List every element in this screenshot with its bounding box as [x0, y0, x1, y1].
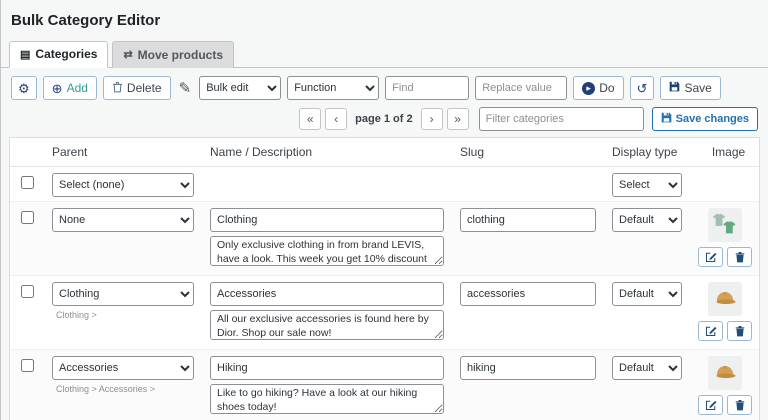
trash-icon [735, 251, 745, 263]
header-display-type: Display type [604, 145, 690, 159]
edit-category-button[interactable] [698, 247, 723, 267]
page-title: Bulk Category Editor [1, 0, 768, 29]
do-run-icon: ▸ [582, 82, 595, 95]
description-textarea[interactable]: Like to go hiking? Have a look at our hi… [210, 384, 444, 414]
first-page-button[interactable]: « [299, 108, 321, 130]
parent-select[interactable]: None [52, 208, 194, 232]
pencil-icon: ✎ [179, 79, 192, 97]
delete-category-button[interactable] [727, 395, 752, 415]
table-header-row: Parent Name / Description Slug Display t… [10, 138, 759, 167]
filter-row: Select (none) Select [10, 167, 759, 202]
filter-categories-input[interactable] [479, 107, 644, 131]
delete-category-button[interactable] [727, 321, 752, 341]
save-changes-disk-icon [661, 112, 672, 126]
categories-list-icon: ▤ [20, 48, 30, 61]
select-all-checkbox[interactable] [21, 176, 34, 189]
table-row: Accessories Clothing > Accessories > Lik… [10, 350, 759, 420]
category-image-thumbnail [708, 282, 742, 316]
name-input[interactable] [210, 208, 444, 232]
cap-image-icon [712, 361, 738, 385]
description-textarea[interactable]: All our exclusive accessories is found h… [210, 310, 444, 340]
header-parent: Parent [44, 145, 202, 159]
add-button[interactable]: ⊕ Add [43, 76, 97, 100]
display-type-select[interactable]: Default [612, 208, 682, 232]
toolbar: ⚙ ⊕ Add Delete ✎ Bulk edit Function ▸ Do… [1, 68, 768, 105]
trash-icon [735, 325, 745, 337]
trash-icon [112, 81, 123, 96]
shirts-image-icon [710, 212, 740, 239]
description-textarea[interactable]: Only exclusive clothing in from brand LE… [210, 236, 444, 266]
tab-categories-label: Categories [35, 47, 97, 61]
save-button[interactable]: Save [660, 76, 720, 100]
save-button-label: Save [684, 81, 711, 95]
slug-input[interactable] [460, 282, 596, 306]
save-changes-button[interactable]: Save changes [652, 107, 758, 131]
cap-image-icon [712, 287, 738, 311]
delete-button-label: Delete [127, 81, 162, 95]
row-select-checkbox[interactable] [21, 285, 34, 298]
tab-bar: ▤ Categories ⇄ Move products [1, 29, 768, 68]
save-disk-icon [669, 81, 680, 95]
category-image-thumbnail [708, 208, 742, 242]
undo-button[interactable]: ↺ [630, 76, 655, 100]
pagination-bar: « ‹ page 1 of 2 › » Save changes [1, 105, 768, 137]
parent-select[interactable]: Clothing [52, 282, 194, 306]
save-changes-label: Save changes [676, 113, 749, 125]
filter-display-select[interactable]: Select [612, 173, 682, 197]
edit-category-button[interactable] [698, 321, 723, 341]
move-arrows-icon: ⇄ [123, 48, 132, 61]
replace-value-input[interactable] [475, 76, 567, 100]
table-row: None Only exclusive clothing in from bra… [10, 202, 759, 276]
add-circle-icon: ⊕ [52, 82, 63, 95]
edit-mode-button[interactable]: ✎ [177, 76, 194, 100]
parent-select[interactable]: Accessories [52, 356, 194, 380]
bulk-edit-select[interactable]: Bulk edit [199, 76, 281, 100]
tab-categories[interactable]: ▤ Categories [9, 41, 108, 68]
header-image: Image [690, 145, 759, 159]
parent-breadcrumb: Clothing > Accessories > [56, 384, 194, 394]
add-button-label: Add [67, 81, 88, 95]
slug-input[interactable] [460, 356, 596, 380]
slug-input[interactable] [460, 208, 596, 232]
edit-pencil-icon [705, 399, 717, 411]
name-input[interactable] [210, 356, 444, 380]
next-page-button[interactable]: › [421, 108, 443, 130]
do-button-label: Do [599, 81, 614, 95]
delete-button[interactable]: Delete [103, 76, 171, 100]
parent-breadcrumb: Clothing > [56, 310, 194, 320]
page-indicator: page 1 of 2 [351, 113, 416, 125]
find-input[interactable] [385, 76, 469, 100]
row-select-checkbox[interactable] [21, 359, 34, 372]
header-slug: Slug [452, 145, 604, 159]
edit-pencil-icon [705, 251, 717, 263]
edit-pencil-icon [705, 325, 717, 337]
row-select-checkbox[interactable] [21, 211, 34, 224]
table-row: Clothing Clothing > All our exclusive ac… [10, 276, 759, 350]
edit-category-button[interactable] [698, 395, 723, 415]
gear-icon: ⚙ [18, 82, 30, 95]
last-page-button[interactable]: » [447, 108, 469, 130]
display-type-select[interactable]: Default [612, 282, 682, 306]
delete-category-button[interactable] [727, 247, 752, 267]
tab-move-products-label: Move products [138, 48, 223, 62]
name-input[interactable] [210, 282, 444, 306]
tab-move-products[interactable]: ⇄ Move products [112, 41, 234, 68]
prev-page-button[interactable]: ‹ [325, 108, 347, 130]
category-table: Parent Name / Description Slug Display t… [9, 137, 760, 420]
header-name-description: Name / Description [202, 145, 452, 159]
category-image-thumbnail [708, 356, 742, 390]
trash-icon [735, 399, 745, 411]
do-button[interactable]: ▸ Do [573, 76, 623, 100]
undo-icon: ↺ [637, 82, 648, 95]
settings-button[interactable]: ⚙ [11, 76, 37, 100]
filter-parent-select[interactable]: Select (none) [52, 173, 194, 197]
display-type-select[interactable]: Default [612, 356, 682, 380]
function-select[interactable]: Function [287, 76, 379, 100]
